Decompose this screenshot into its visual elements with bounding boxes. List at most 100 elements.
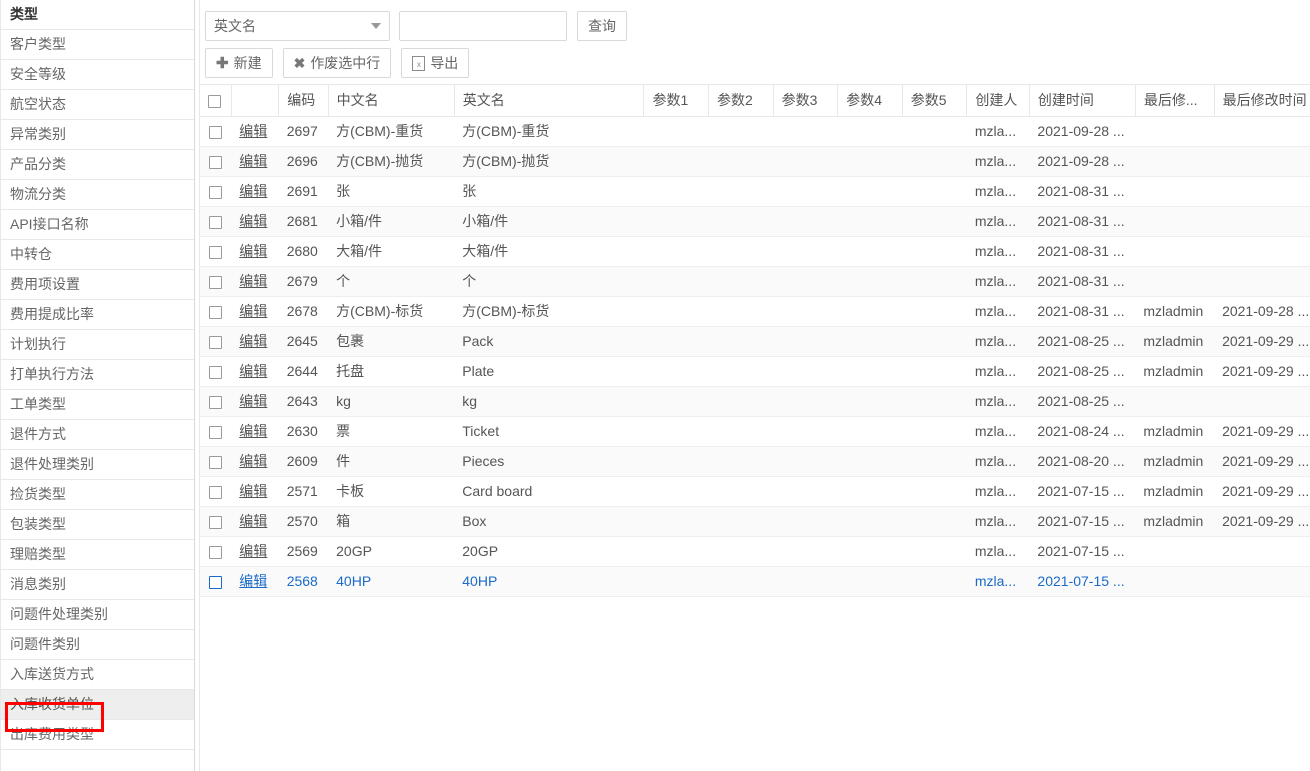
edit-link[interactable]: 编辑	[239, 183, 267, 199]
row-checkbox[interactable]	[209, 515, 223, 529]
table-row[interactable]: 编辑 2678 方(CBM)-标货 方(CBM)-标货 mzla... 2021-08-3…	[200, 296, 1310, 327]
filter-field-select[interactable]: 英文名	[205, 10, 390, 41]
table-row[interactable]: 编辑 2697 方(CBM)-重货 方(CBM)-重货 mzla... 2021-09-2…	[200, 116, 1310, 147]
query-button[interactable]: 查询	[577, 10, 627, 41]
edit-link[interactable]: 编辑	[239, 513, 267, 529]
row-checkbox[interactable]	[209, 425, 223, 439]
row-checkbox[interactable]	[209, 155, 223, 169]
table-row[interactable]: 编辑 2643 kg kg mzla... 2021-08-25 ...	[200, 386, 1310, 417]
row-checkbox[interactable]	[209, 545, 223, 559]
sidebar-item-16[interactable]: 包装类型	[1, 510, 194, 540]
edit-link[interactable]: 编辑	[239, 303, 267, 319]
sidebar-item-21[interactable]: 入库送货方式	[1, 660, 194, 690]
edit-link[interactable]: 编辑	[239, 453, 267, 469]
table-row[interactable]: 编辑 2644 托盘 Plate mzla... 2021-08-25 ... mzladm…	[200, 356, 1310, 387]
sidebar-item-23[interactable]: 出库费用类型	[1, 720, 194, 750]
edit-link[interactable]: 编辑	[239, 363, 267, 379]
sidebar-item-6[interactable]: API接口名称	[1, 210, 194, 240]
sidebar-item-10[interactable]: 计划执行	[1, 330, 194, 360]
edit-link[interactable]: 编辑	[239, 123, 267, 139]
row-select-cell	[200, 446, 232, 477]
sidebar-item-2[interactable]: 航空状态	[1, 90, 194, 120]
cell-p2	[708, 146, 774, 177]
row-checkbox[interactable]	[209, 335, 223, 349]
table-row[interactable]: 编辑 2569 20GP 20GP mzla... 2021-07-15 ...	[200, 536, 1310, 567]
void-selected-button[interactable]: ✖ 作废选中行	[282, 48, 392, 78]
edit-link[interactable]: 编辑	[239, 423, 267, 439]
row-select-cell	[200, 236, 232, 267]
row-checkbox[interactable]	[209, 575, 223, 589]
row-checkbox[interactable]	[209, 395, 223, 409]
row-checkbox[interactable]	[209, 245, 223, 259]
main-content: 英文名 查询 ✚ 新建 ✖ 作废选中行 x 导出 编码 中文名 英文名 参数1 …	[199, 0, 1310, 771]
edit-link[interactable]: 编辑	[239, 273, 267, 289]
sidebar-item-17[interactable]: 理赔类型	[1, 540, 194, 570]
app-root: 类型 客户类型 安全等级 航空状态 异常类别 产品分类 物流分类 API接口名称 中转仓 费用项…	[0, 0, 1310, 771]
sidebar-item-7[interactable]: 中转仓	[1, 240, 194, 270]
table-row[interactable]: 编辑 2570 箱 Box mzla... 2021-07-15 ... mzladmin 2…	[200, 506, 1310, 537]
export-button[interactable]: x 导出	[401, 48, 470, 78]
select-all-checkbox[interactable]	[208, 95, 221, 109]
edit-link[interactable]: 编辑	[239, 333, 267, 349]
sidebar-item-11[interactable]: 打单执行方法	[1, 360, 194, 390]
table-row[interactable]: 编辑 2691 张张 mzla... 2021-08-31 ...	[200, 176, 1310, 207]
sidebar-item-15[interactable]: 捡货类型	[1, 480, 194, 510]
sidebar-item-5[interactable]: 物流分类	[1, 180, 194, 210]
table-row[interactable]: 编辑 2645 包裹 Pack mzla... 2021-08-25 ... mzladmi…	[200, 326, 1310, 357]
table-body: 编辑 2697 方(CBM)-重货 方(CBM)-重货 mzla... 2021-09-2…	[200, 116, 1310, 597]
edit-link[interactable]: 编辑	[239, 573, 267, 589]
sidebar-item-1[interactable]: 安全等级	[1, 60, 194, 90]
cell-created: 2021-07-15 ...	[1029, 536, 1136, 567]
search-input[interactable]	[399, 10, 567, 41]
edit-link[interactable]: 编辑	[239, 543, 267, 559]
sidebar-item-4[interactable]: 产品分类	[1, 150, 194, 180]
row-checkbox[interactable]	[209, 485, 223, 499]
cell-p4	[837, 266, 903, 297]
sidebar-item-8[interactable]: 费用项设置	[1, 270, 194, 300]
cell-en: 40HP	[454, 566, 644, 597]
column-header-12: 最后修...	[1135, 85, 1215, 117]
edit-link[interactable]: 编辑	[239, 153, 267, 169]
row-checkbox[interactable]	[209, 215, 223, 229]
cell-p2	[708, 356, 774, 387]
sidebar-item-20[interactable]: 问题件类别	[1, 630, 194, 660]
sidebar-item-13[interactable]: 退件方式	[1, 420, 194, 450]
sidebar-item-19[interactable]: 问题件处理类别	[1, 600, 194, 630]
sidebar-item-18[interactable]: 消息类别	[1, 570, 194, 600]
table-row[interactable]: 编辑 2609 件 Pieces mzla... 2021-08-20 ... mzladm…	[200, 446, 1310, 477]
sidebar-item-0[interactable]: 客户类型	[1, 30, 194, 60]
new-button[interactable]: ✚ 新建	[205, 48, 273, 78]
row-checkbox[interactable]	[209, 275, 223, 289]
edit-link[interactable]: 编辑	[239, 243, 267, 259]
table-row[interactable]: 编辑 2680 大箱/件 大箱/件 mzla... 2021-08-31 ...	[200, 236, 1310, 267]
edit-link[interactable]: 编辑	[239, 483, 267, 499]
cell-p3	[773, 236, 838, 267]
sidebar-item-9[interactable]: 费用提成比率	[1, 300, 194, 330]
sidebar-item-22[interactable]: 入库收货单位	[1, 690, 194, 720]
sidebar-item-3[interactable]: 异常类别	[1, 120, 194, 150]
sidebar-item-14[interactable]: 退件处理类别	[1, 450, 194, 480]
table-row[interactable]: 编辑 2696 方(CBM)-抛货 方(CBM)-抛货 mzla... 2021-09-2…	[200, 146, 1310, 177]
table-row[interactable]: 编辑 2571 卡板 Card board mzla... 2021-07-15 ... m…	[200, 476, 1310, 507]
row-checkbox[interactable]	[209, 125, 223, 139]
cell-created: 2021-08-20 ...	[1029, 446, 1136, 477]
edit-link[interactable]: 编辑	[239, 213, 267, 229]
cell-cn: 张	[328, 176, 455, 207]
row-checkbox[interactable]	[209, 455, 223, 469]
sidebar: 类型 客户类型 安全等级 航空状态 异常类别 产品分类 物流分类 API接口名称 中转仓 费用项…	[0, 0, 195, 771]
row-checkbox[interactable]	[209, 185, 223, 199]
table-row[interactable]: 编辑 2681 小箱/件 小箱/件 mzla... 2021-08-31 ...	[200, 206, 1310, 237]
row-select-cell	[200, 116, 232, 147]
cell-modifier: mzladmin	[1135, 506, 1215, 537]
cell-cn: kg	[328, 386, 455, 417]
cell-code: 2645	[278, 326, 329, 357]
row-checkbox[interactable]	[209, 365, 223, 379]
table-row[interactable]: 编辑 2568 40HP 40HP mzla... 2021-07-15 ...	[200, 566, 1310, 597]
cell-p1	[643, 386, 709, 417]
cell-p5	[902, 266, 967, 297]
row-checkbox[interactable]	[209, 305, 223, 319]
table-row[interactable]: 编辑 2679 个个 mzla... 2021-08-31 ...	[200, 266, 1310, 297]
sidebar-item-12[interactable]: 工单类型	[1, 390, 194, 420]
table-row[interactable]: 编辑 2630 票 Ticket mzla... 2021-08-24 ... mzladm…	[200, 416, 1310, 447]
edit-link[interactable]: 编辑	[239, 393, 267, 409]
